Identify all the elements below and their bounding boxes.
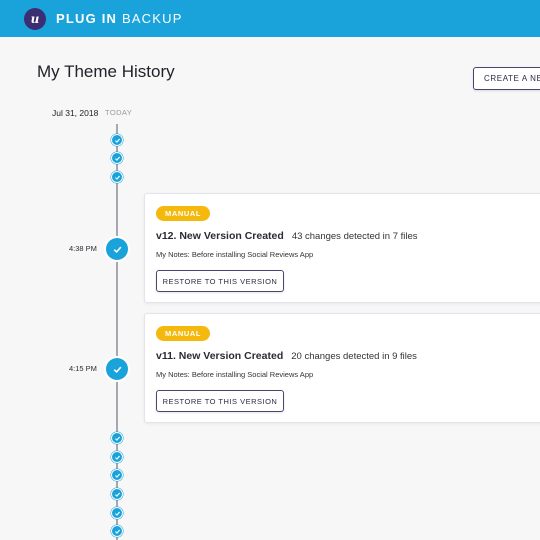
timeline-point[interactable] (111, 525, 123, 537)
manual-badge: MANUAL (156, 206, 211, 221)
timeline-point[interactable] (111, 152, 123, 164)
brand-name: PLUG IN BACKUP (56, 11, 183, 26)
check-icon (113, 246, 121, 253)
timeline-version-point[interactable] (106, 238, 128, 260)
brand-light: BACKUP (121, 11, 183, 26)
version-card: MANUAL v11. New Version Created 20 change… (144, 313, 540, 423)
plugin-logo-icon[interactable]: u (24, 7, 46, 30)
timeline-point[interactable] (111, 469, 123, 481)
timeline-point[interactable] (111, 488, 123, 500)
check-icon (114, 138, 120, 143)
check-icon (114, 492, 120, 497)
version-notes: My Notes: Before installing Social Revie… (156, 370, 314, 379)
version-title: v11. New Version Created 20 changes detec… (156, 350, 417, 362)
create-new-version-button[interactable]: CREATE A NEW (473, 67, 540, 90)
version-card: MANUAL v12. New Version Created 43 change… (144, 193, 540, 303)
changes-summary: 43 changes detected in 7 files (291, 231, 418, 242)
version-title-text: v11. New Version Created (156, 350, 284, 362)
check-icon (114, 175, 120, 180)
check-icon (114, 436, 120, 441)
timeline-point[interactable] (111, 451, 123, 463)
changes-summary: 20 changes detected in 9 files (291, 351, 417, 362)
version-notes: My Notes: Before installing Social Revie… (156, 250, 314, 259)
timeline-point[interactable] (111, 134, 123, 146)
manual-badge: MANUAL (156, 326, 211, 341)
timeline-point[interactable] (111, 507, 123, 519)
check-icon (114, 156, 120, 161)
version-title: v12. New Version Created 43 changes detec… (156, 230, 418, 242)
version-title-text: v12. New Version Created (156, 230, 284, 242)
today-label: TODAY (105, 108, 133, 117)
timeline-version-point[interactable] (106, 358, 128, 380)
check-icon (114, 473, 120, 478)
check-icon (114, 511, 120, 516)
page-title: My Theme History (37, 62, 175, 81)
restore-version-button[interactable]: RESTORE TO THIS VERSION (156, 270, 284, 292)
check-icon (113, 366, 121, 373)
entry-time: 4:38 PM (69, 244, 97, 253)
brand-bold: PLUG IN (56, 11, 118, 26)
timeline-point[interactable] (111, 432, 123, 444)
entry-time: 4:15 PM (69, 364, 97, 373)
app-header: u PLUG IN BACKUP (0, 0, 540, 37)
timeline-point[interactable] (111, 171, 123, 183)
check-icon (114, 529, 120, 534)
restore-version-button[interactable]: RESTORE TO THIS VERSION (156, 390, 284, 412)
check-icon (114, 455, 120, 460)
timeline-date: Jul 31, 2018 (52, 108, 99, 118)
